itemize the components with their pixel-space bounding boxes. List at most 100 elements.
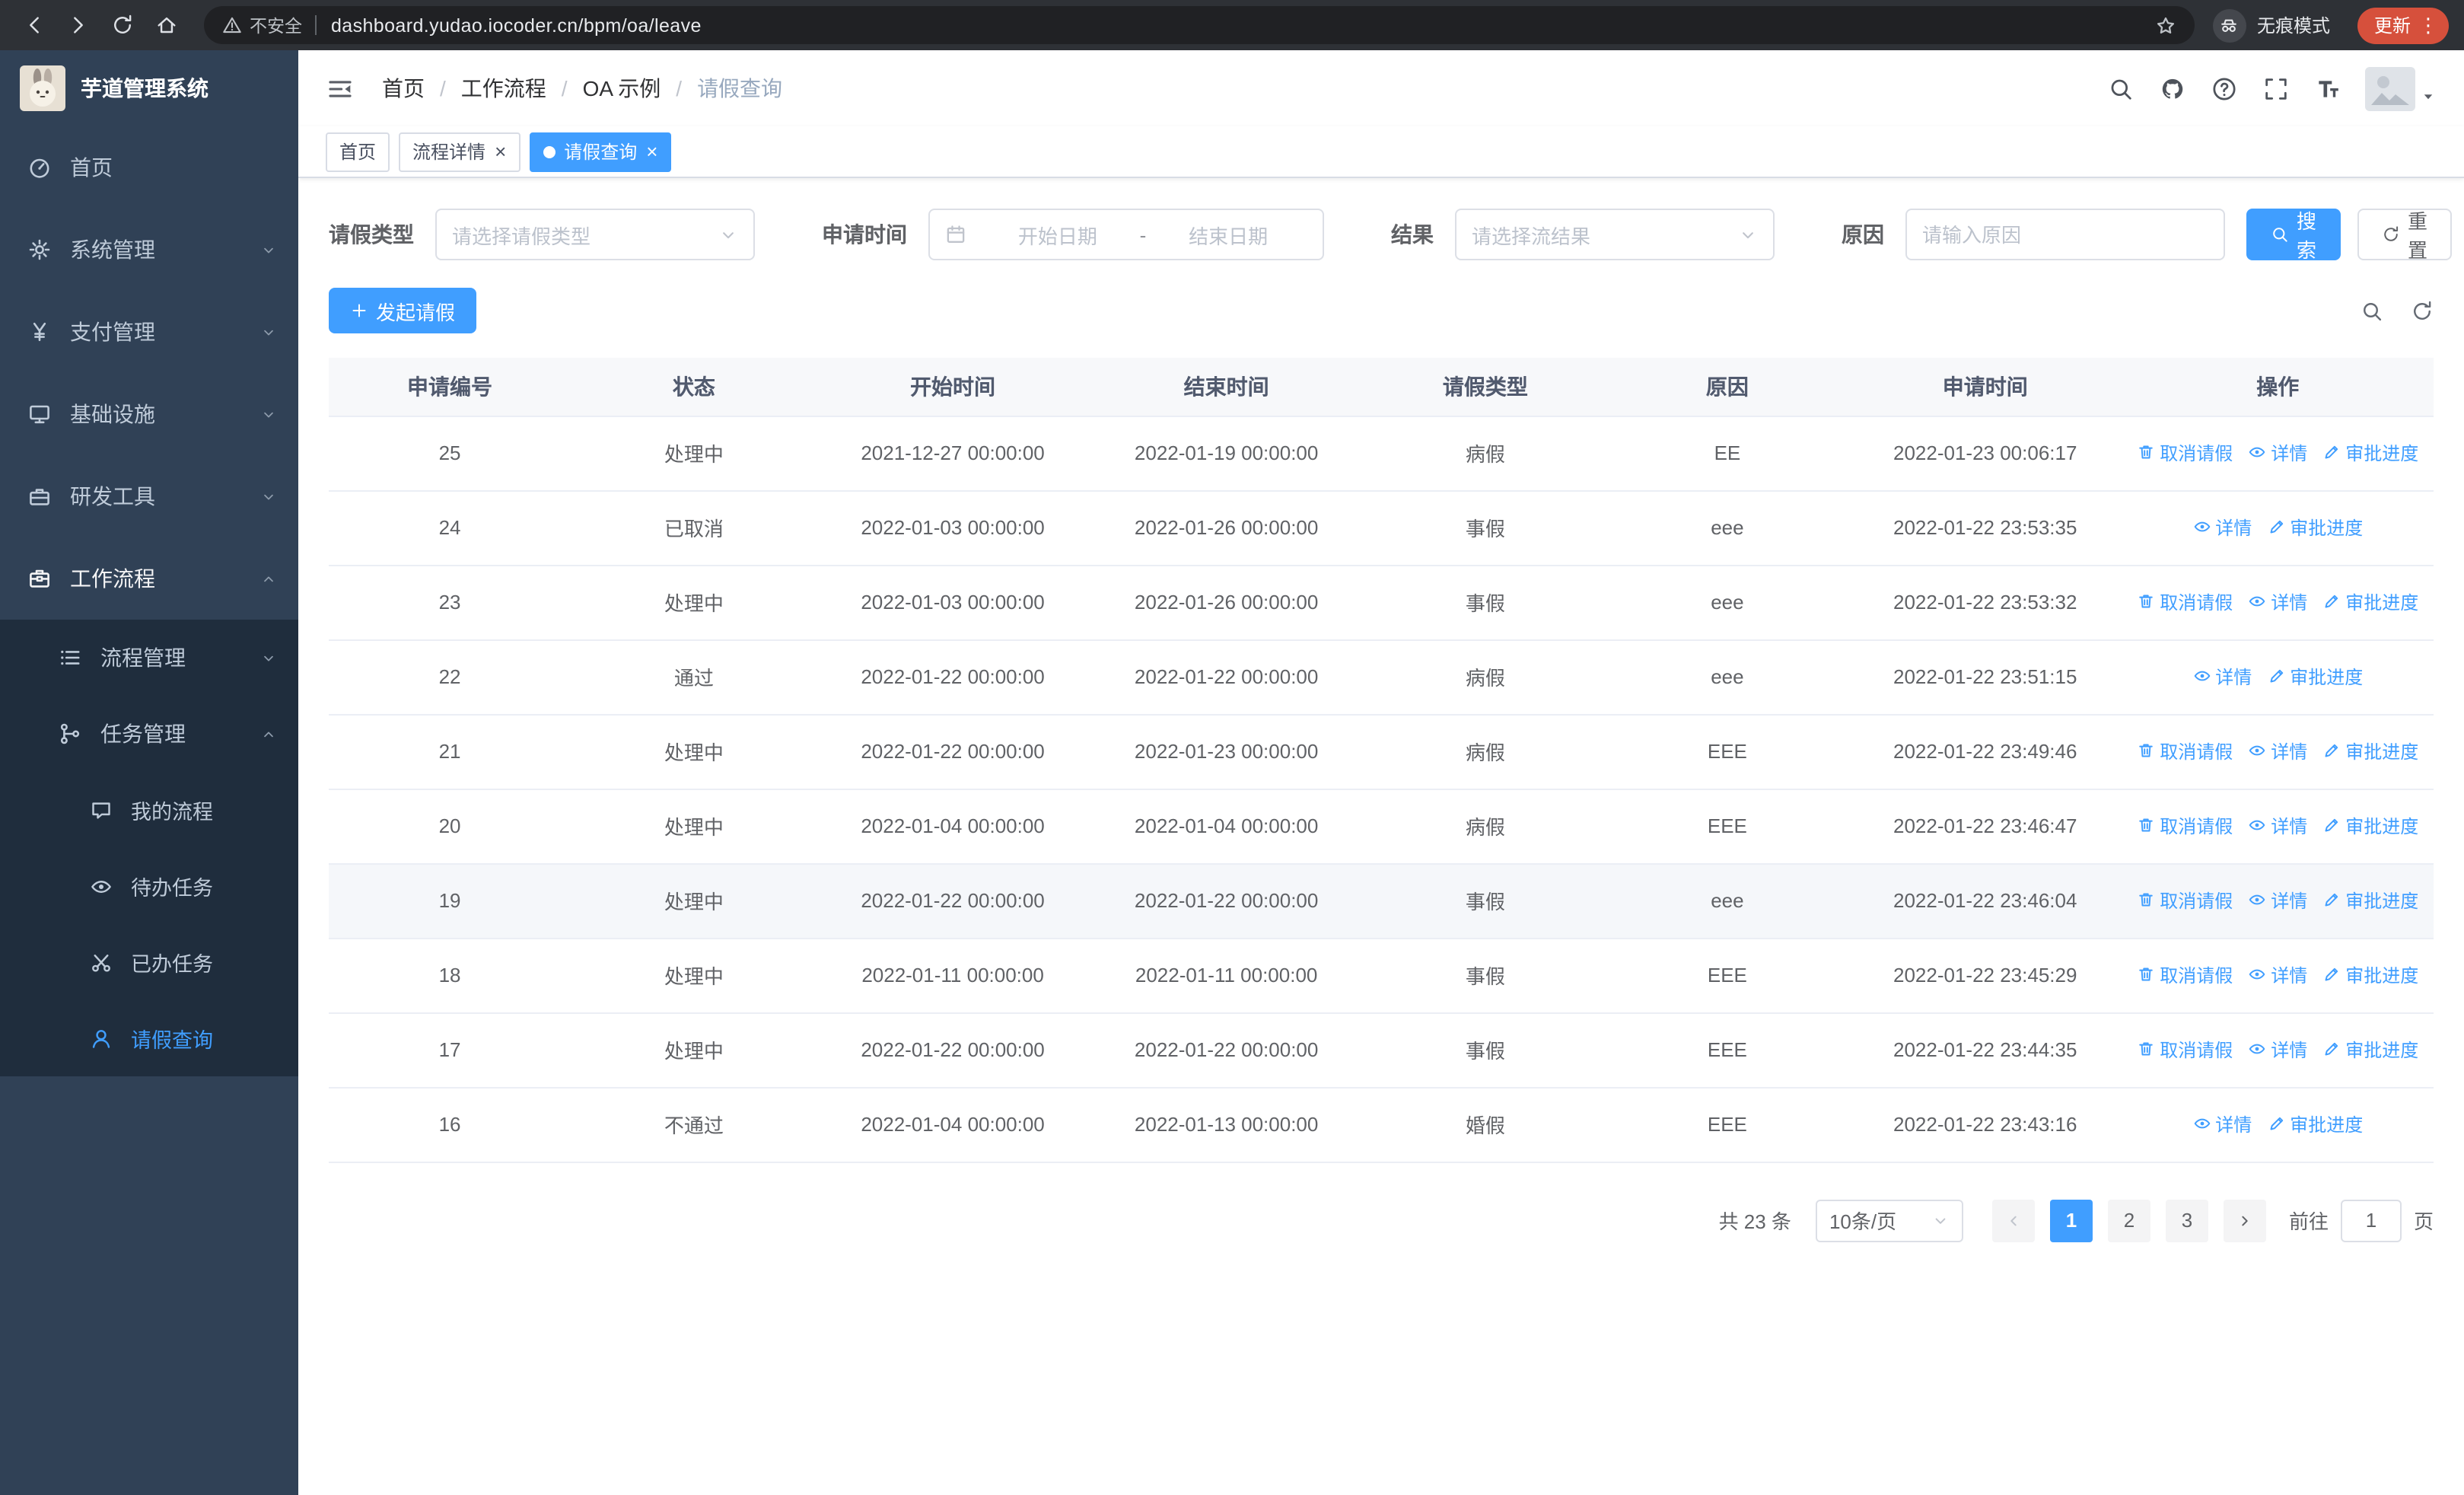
action-detail-link[interactable]: 详情 bbox=[2248, 888, 2307, 913]
action-detail-link[interactable]: 详情 bbox=[2192, 515, 2252, 540]
total-count: 共 23 条 bbox=[1718, 1210, 1791, 1233]
action-progress-link[interactable]: 审批进度 bbox=[2322, 962, 2418, 988]
sidebar-item-infrastructure[interactable]: 基础设施 bbox=[0, 373, 298, 455]
action-progress-link[interactable]: 审批进度 bbox=[2322, 738, 2418, 764]
fullscreen-icon[interactable] bbox=[2263, 75, 2289, 101]
home-button[interactable] bbox=[148, 7, 184, 43]
fontsize-icon[interactable] bbox=[2315, 75, 2341, 101]
briefcase-icon bbox=[27, 566, 52, 591]
action-progress-link[interactable]: 审批进度 bbox=[2322, 440, 2418, 466]
page-1-button[interactable]: 1 bbox=[2049, 1199, 2093, 1242]
sidebar-item-workflow[interactable]: 工作流程 bbox=[0, 537, 298, 620]
chevron-down-icon bbox=[1738, 225, 1758, 244]
action-progress-link[interactable]: 审批进度 bbox=[2322, 888, 2418, 913]
action-detail-link[interactable]: 详情 bbox=[2248, 813, 2307, 839]
sidebar-item-label: 请假查询 bbox=[131, 1029, 213, 1052]
security-label: 不安全 bbox=[250, 18, 302, 36]
sidebar-item-my-process[interactable]: 我的流程 bbox=[0, 772, 298, 848]
action-cancel-link[interactable]: 取消请假 bbox=[2137, 962, 2233, 988]
action-cancel-link[interactable]: 取消请假 bbox=[2137, 1037, 2233, 1063]
tab-close-icon[interactable]: × bbox=[646, 142, 657, 161]
action-progress-link[interactable]: 审批进度 bbox=[2267, 515, 2363, 540]
sidebar-item-payment-management[interactable]: 支付管理 bbox=[0, 291, 298, 373]
action-detail-link[interactable]: 详情 bbox=[2248, 1037, 2307, 1063]
reload-button[interactable] bbox=[103, 7, 140, 43]
browser-menu-kebab-icon: ⋮ bbox=[2418, 13, 2438, 36]
result-select[interactable]: 请选择流结果 bbox=[1455, 209, 1775, 260]
sidebar-item-label: 工作流程 bbox=[70, 566, 155, 591]
sidebar-item-task-management[interactable]: 任务管理 bbox=[0, 696, 298, 772]
action-progress-link[interactable]: 审批进度 bbox=[2322, 1037, 2418, 1063]
bookmark-star-icon[interactable] bbox=[2155, 14, 2176, 36]
breadcrumb-item[interactable]: 首页 bbox=[382, 73, 425, 104]
action-detail-link[interactable]: 详情 bbox=[2192, 1111, 2252, 1137]
github-icon[interactable] bbox=[2160, 75, 2185, 101]
sidebar-item-process-management[interactable]: 流程管理 bbox=[0, 620, 298, 696]
sidebar-item-dev-tools[interactable]: 研发工具 bbox=[0, 455, 298, 537]
search-icon[interactable] bbox=[2108, 75, 2134, 101]
action-cancel-link[interactable]: 取消请假 bbox=[2137, 813, 2233, 839]
action-progress-link[interactable]: 审批进度 bbox=[2267, 1111, 2363, 1137]
sidebar-item-leave-query[interactable]: 请假查询 bbox=[0, 1000, 298, 1076]
action-progress-link[interactable]: 审批进度 bbox=[2322, 589, 2418, 615]
action-cancel-link[interactable]: 取消请假 bbox=[2137, 888, 2233, 913]
cell-id: 22 bbox=[329, 639, 571, 715]
search-button[interactable]: 搜索 bbox=[2246, 209, 2341, 262]
create-leave-button[interactable]: 发起请假 bbox=[329, 288, 477, 333]
trash-icon bbox=[2137, 444, 2155, 462]
address-bar[interactable]: 不安全 dashboard.yudao.iocoder.cn/bpm/oa/le… bbox=[204, 6, 2195, 44]
cell-reason: EEE bbox=[1606, 938, 1848, 1013]
leave-type-filter: 请假类型 请选择请假类型 bbox=[329, 209, 755, 260]
cell-status: 处理中 bbox=[571, 938, 817, 1013]
sidebar-collapse-icon[interactable] bbox=[326, 74, 355, 103]
leave-type-select[interactable]: 请选择请假类型 bbox=[435, 209, 755, 260]
edit-icon bbox=[2322, 891, 2341, 910]
action-progress-link[interactable]: 审批进度 bbox=[2322, 813, 2418, 839]
cell-status: 处理中 bbox=[571, 416, 817, 491]
tab-home[interactable]: 首页 bbox=[326, 132, 390, 171]
sidebar-item-system-management[interactable]: 系统管理 bbox=[0, 209, 298, 291]
breadcrumb-item[interactable]: OA 示例 bbox=[583, 73, 661, 104]
page-size-select[interactable]: 10条/页 bbox=[1815, 1199, 1963, 1242]
breadcrumb-item[interactable]: 工作流程 bbox=[461, 73, 546, 104]
reset-button[interactable]: 重置 bbox=[2357, 209, 2453, 262]
action-detail-link[interactable]: 详情 bbox=[2248, 738, 2307, 764]
help-icon[interactable] bbox=[2211, 75, 2237, 101]
prev-page-button[interactable] bbox=[1991, 1199, 2035, 1242]
eye-icon bbox=[2248, 444, 2266, 462]
cell-actions: 取消请假 详情 审批进度 bbox=[2122, 1012, 2434, 1088]
back-button[interactable] bbox=[15, 7, 52, 43]
goto-page-input[interactable] bbox=[2340, 1199, 2402, 1242]
sidebar-item-todo-tasks[interactable]: 待办任务 bbox=[0, 848, 298, 924]
cell-id: 17 bbox=[329, 1012, 571, 1088]
next-page-button[interactable] bbox=[2223, 1199, 2266, 1242]
cell-end: 2022-01-13 00:00:00 bbox=[1088, 1087, 1364, 1162]
action-detail-link[interactable]: 详情 bbox=[2248, 440, 2307, 466]
action-label: 详情 bbox=[2215, 666, 2252, 688]
reason-input[interactable] bbox=[1905, 209, 2225, 260]
tab-process-detail[interactable]: 流程详情 × bbox=[399, 132, 520, 171]
edit-icon bbox=[2267, 1115, 2285, 1133]
toggle-search-icon[interactable] bbox=[2361, 299, 2383, 322]
sidebar-item-done-tasks[interactable]: 已办任务 bbox=[0, 924, 298, 1000]
page-3-button[interactable]: 3 bbox=[2165, 1199, 2208, 1242]
cell-start: 2022-01-22 00:00:00 bbox=[817, 1012, 1089, 1088]
refresh-table-icon[interactable] bbox=[2411, 299, 2434, 322]
apply-time-range-picker[interactable]: 开始日期 - 结束日期 bbox=[928, 209, 1324, 260]
update-button[interactable]: 更新 ⋮ bbox=[2357, 7, 2449, 43]
action-cancel-link[interactable]: 取消请假 bbox=[2137, 589, 2233, 615]
sidebar-item-home[interactable]: 首页 bbox=[0, 126, 298, 209]
action-progress-link[interactable]: 审批进度 bbox=[2267, 664, 2363, 690]
eye-icon bbox=[2248, 817, 2266, 835]
action-cancel-link[interactable]: 取消请假 bbox=[2137, 440, 2233, 466]
page-2-button[interactable]: 2 bbox=[2107, 1199, 2150, 1242]
user-menu[interactable] bbox=[2365, 66, 2437, 110]
action-cancel-link[interactable]: 取消请假 bbox=[2137, 738, 2233, 764]
action-label: 审批进度 bbox=[2290, 1114, 2364, 1136]
forward-button[interactable] bbox=[59, 7, 96, 43]
tab-leave-query[interactable]: 请假查询 × bbox=[529, 132, 672, 171]
action-detail-link[interactable]: 详情 bbox=[2248, 962, 2307, 988]
tab-close-icon[interactable]: × bbox=[495, 142, 506, 161]
action-detail-link[interactable]: 详情 bbox=[2192, 664, 2252, 690]
action-detail-link[interactable]: 详情 bbox=[2248, 589, 2307, 615]
